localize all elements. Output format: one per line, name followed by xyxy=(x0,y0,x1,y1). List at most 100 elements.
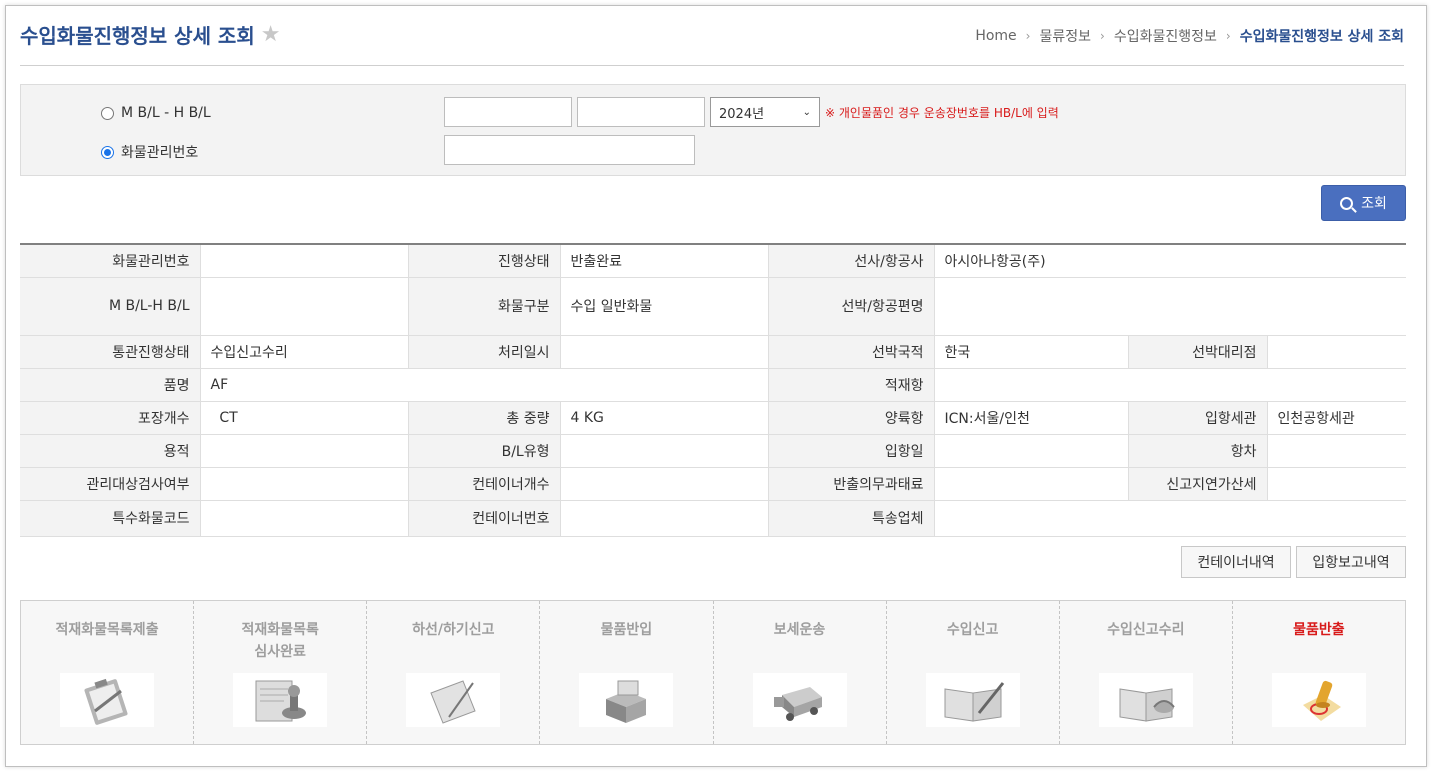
label-special-cargo: 특수화물코드 xyxy=(20,500,201,537)
favorite-star-icon[interactable]: ★ xyxy=(261,22,281,47)
radio-button[interactable] xyxy=(101,106,114,120)
label-arrival-date: 입항일 xyxy=(768,434,935,468)
page-frame: 수입화물진행정보 상세 조회 ★ Home › 물류정보 › 수입화물진행정보 … xyxy=(5,5,1427,767)
step-goods-release: 물품반출 xyxy=(1233,601,1405,744)
step-import-declaration: 수입신고 xyxy=(887,601,1060,744)
value-bl-type xyxy=(560,434,769,468)
label-inspection: 관리대상검사여부 xyxy=(20,467,201,501)
step-bonded-transport: 보세운송 xyxy=(714,601,887,744)
table-row: 용적 B/L유형 입항일 항차 xyxy=(20,434,1406,468)
label-courier: 특송업체 xyxy=(768,500,935,537)
breadcrumb-logistics[interactable]: 물류정보 xyxy=(1039,26,1091,46)
step-import-approval: 수입신고수리 xyxy=(1060,601,1233,744)
radio-label: 화물관리번호 xyxy=(121,145,199,161)
label-volume: 용적 xyxy=(20,434,201,468)
label-late-report-tax: 신고지연가산세 xyxy=(1128,467,1268,501)
mbl-input[interactable] xyxy=(444,97,572,127)
input-note: ※ 개인물품인 경우 운송장번호를 HB/L에 입력 xyxy=(825,106,1059,120)
pen-tablet-icon xyxy=(406,673,501,727)
label-release-penalty: 반출의무과태료 xyxy=(768,467,935,501)
value-item-name: AF xyxy=(200,368,769,402)
label-process-time: 처리일시 xyxy=(408,335,561,369)
cargo-info-table: 화물관리번호 진행상태 반출완료 선사/항공사 아시아나항공(주) M B/L-… xyxy=(20,243,1406,537)
table-row: 관리대상검사여부 컨테이너개수 반출의무과태료 신고지연가산세 xyxy=(20,467,1406,501)
label-discharge-port: 양륙항 xyxy=(768,401,935,435)
value-cargo-type: 수입 일반화물 xyxy=(560,277,769,336)
value-process-time xyxy=(560,335,769,369)
label-container-count: 컨테이너개수 xyxy=(408,467,561,501)
value-flight xyxy=(934,277,1406,336)
value-inspection xyxy=(200,467,409,501)
label-voyage: 항차 xyxy=(1128,434,1268,468)
progress-steps: 적재화물목록제출 적재화물목록 심사완료 하선/하기신고 물품반입 보세운송 수… xyxy=(20,600,1406,745)
value-status: 반출완료 xyxy=(560,244,769,278)
step-manifest-review: 적재화물목록 심사완료 xyxy=(194,601,368,744)
value-voyage xyxy=(1267,434,1406,468)
chevron-down-icon: ⌄ xyxy=(802,106,811,118)
value-package-count: CT xyxy=(200,401,409,435)
value-container-no xyxy=(560,500,769,537)
breadcrumb: Home › 물류정보 › 수입화물진행정보 › 수입화물진행정보 상세 조회 xyxy=(975,26,1404,46)
search-panel: M B/L - H B/L 화물관리번호 2024년 ⌄ ※ 개인물품인 경우 … xyxy=(20,84,1406,176)
clipboard-icon xyxy=(60,673,155,727)
label-vessel-nationality: 선박국적 xyxy=(768,335,935,369)
year-select[interactable]: 2024년 ⌄ xyxy=(710,97,820,127)
label-bl-type: B/L유형 xyxy=(408,434,561,468)
value-vessel-agent xyxy=(1267,335,1406,369)
search-button[interactable]: 조회 xyxy=(1321,185,1406,221)
value-carrier: 아시아나항공(주) xyxy=(934,244,1406,278)
search-icon xyxy=(1340,196,1354,210)
value-special-cargo xyxy=(200,500,409,537)
value-arrival-customs: 인천공항세관 xyxy=(1267,401,1406,435)
truck-icon xyxy=(752,673,847,727)
page-header: 수입화물진행정보 상세 조회 ★ Home › 물류정보 › 수입화물진행정보 … xyxy=(20,18,1404,66)
label-container-no: 컨테이너번호 xyxy=(408,500,561,537)
step-unloading-report: 하선/하기신고 xyxy=(367,601,541,744)
value-arrival-date xyxy=(934,434,1129,468)
label-clearance-status: 통관진행상태 xyxy=(20,335,201,369)
label-arrival-customs: 입항세관 xyxy=(1128,401,1268,435)
chevron-right-icon: › xyxy=(1225,29,1231,43)
breadcrumb-home[interactable]: Home xyxy=(975,28,1016,44)
table-row: 통관진행상태 수입신고수리 처리일시 선박국적 한국 선박대리점 xyxy=(20,335,1406,369)
chevron-right-icon: › xyxy=(1100,29,1105,43)
radio-cargo-no[interactable]: 화물관리번호 xyxy=(101,142,198,162)
cargo-no-input[interactable] xyxy=(444,135,695,165)
label-status: 진행상태 xyxy=(408,244,561,278)
arrival-report-button[interactable]: 입항보고내역 xyxy=(1296,546,1406,578)
container-history-button[interactable]: 컨테이너내역 xyxy=(1181,546,1291,578)
radio-label: M B/L - H B/L xyxy=(121,105,211,121)
label-cargo-no: 화물관리번호 xyxy=(20,244,201,278)
label-total-weight: 총 중량 xyxy=(408,401,561,435)
label-carrier: 선사/항공사 xyxy=(768,244,935,278)
label-item-name: 품명 xyxy=(20,368,201,402)
step-manifest-submit: 적재화물목록제출 xyxy=(21,601,195,744)
radio-button-selected[interactable] xyxy=(101,145,114,159)
stamp-document-icon xyxy=(233,673,328,727)
page-title: 수입화물진행정보 상세 조회 ★ xyxy=(20,22,281,48)
table-row: 특수화물코드 컨테이너번호 특송업체 xyxy=(20,500,1406,537)
value-courier xyxy=(934,500,1406,537)
value-volume xyxy=(200,434,409,468)
value-total-weight: 4 KG xyxy=(560,401,769,435)
table-row: 포장개수 CT 총 중량 4 KG 양륙항 ICN:서울/인천 입항세관 인천공… xyxy=(20,401,1406,435)
value-clearance-status: 수입신고수리 xyxy=(200,335,409,369)
label-loading-port: 적재항 xyxy=(768,368,935,402)
label-vessel-agent: 선박대리점 xyxy=(1128,335,1268,369)
hbl-input[interactable] xyxy=(577,97,705,127)
label-package-count: 포장개수 xyxy=(20,401,201,435)
breadcrumb-current: 수입화물진행정보 상세 조회 xyxy=(1239,29,1404,45)
value-vessel-nationality: 한국 xyxy=(934,335,1129,369)
seal-icon xyxy=(1271,673,1366,727)
breadcrumb-import-progress[interactable]: 수입화물진행정보 xyxy=(1114,26,1217,46)
value-late-report-tax xyxy=(1267,467,1406,501)
label-flight: 선박/항공편명 xyxy=(768,277,935,336)
value-cargo-no xyxy=(200,244,409,278)
value-mbl-hbl xyxy=(200,277,409,336)
chevron-right-icon: › xyxy=(1025,29,1031,43)
label-mbl-hbl: M B/L-H B/L xyxy=(20,277,201,336)
radio-mbl-hbl[interactable]: M B/L - H B/L xyxy=(101,105,211,121)
label-cargo-type: 화물구분 xyxy=(408,277,561,336)
step-goods-entry: 물품반입 xyxy=(540,601,714,744)
boxes-icon xyxy=(579,673,674,727)
